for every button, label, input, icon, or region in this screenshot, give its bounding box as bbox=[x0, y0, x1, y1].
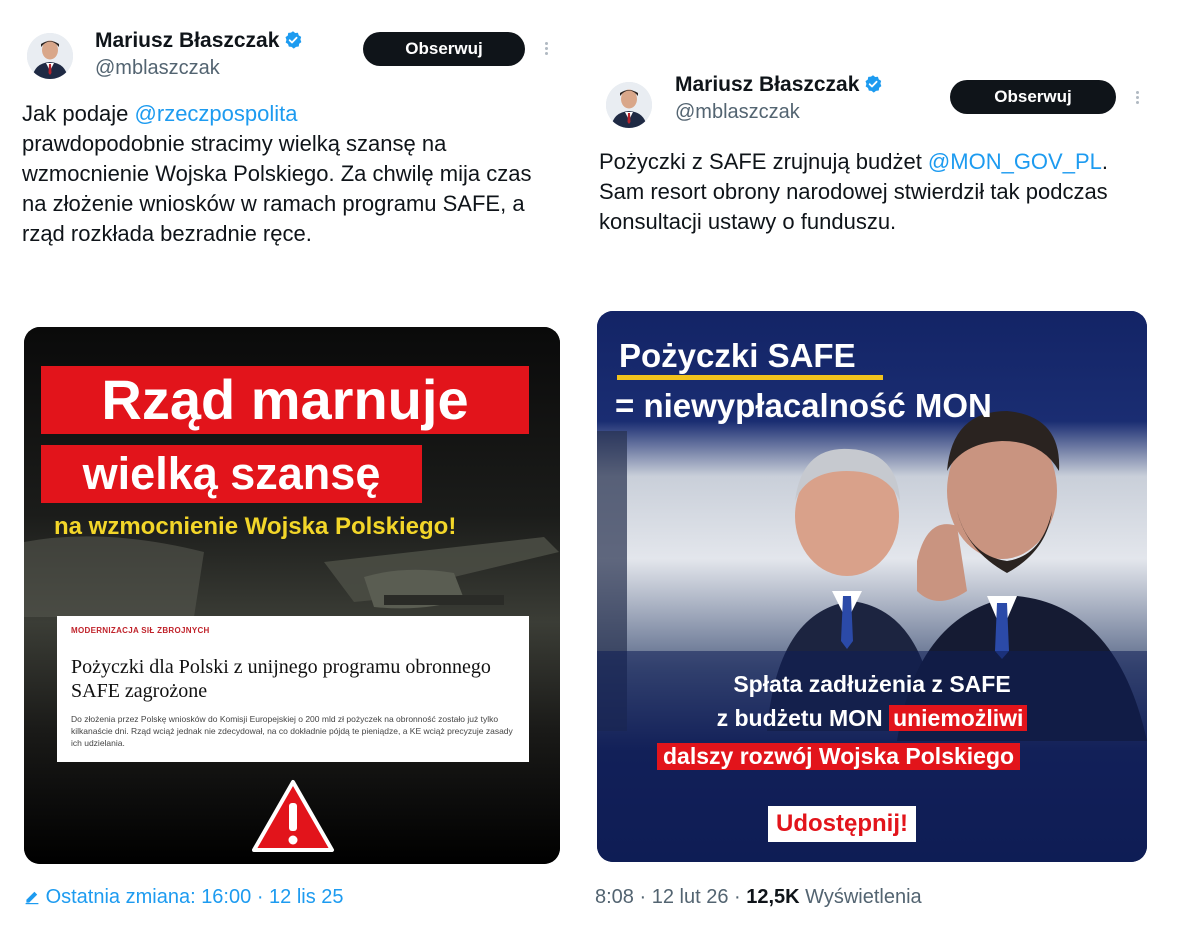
graphic-title-line-1: Pożyczki SAFE bbox=[619, 337, 856, 374]
follow-button[interactable]: Obserwuj bbox=[363, 32, 525, 66]
tweet-date[interactable]: · 12 lis 25 bbox=[257, 886, 344, 908]
tweet-right: Mariusz Błaszczak @mblaszczak Obserwuj P… bbox=[580, 0, 1179, 937]
author-name[interactable]: Mariusz Błaszczak bbox=[95, 29, 303, 53]
views-label: Wyświetlenia bbox=[799, 886, 922, 908]
tweet-media[interactable]: Pożyczki SAFE = niewypłacalność MON Spła… bbox=[597, 311, 1147, 862]
avatar[interactable] bbox=[606, 82, 652, 128]
follow-button[interactable]: Obserwuj bbox=[950, 80, 1116, 114]
more-options-icon[interactable] bbox=[1136, 89, 1139, 106]
warning-triangle-icon bbox=[252, 780, 334, 852]
article-lead: Do złożenia przez Polskę wniosków do Kom… bbox=[71, 714, 513, 748]
edit-history-link[interactable]: Ostatnia zmiana: 16:00 bbox=[46, 886, 252, 908]
mention-link[interactable]: @MON_GOV_PL bbox=[928, 149, 1102, 174]
tweet-footer: 8:08 · 12 lut 26 · 12,5K Wyświetlenia bbox=[595, 886, 922, 909]
tweet-text: Pożyczki z SAFE zrujnują budżet @MON_GOV… bbox=[599, 149, 1108, 234]
tweet-text: Jak podaje @rzeczpospolita prawdopodobnie… bbox=[22, 101, 532, 246]
more-options-icon[interactable] bbox=[545, 40, 548, 57]
caption-line-1: Spłata zadłużenia z SAFE bbox=[733, 671, 1011, 697]
author-name[interactable]: Mariusz Błaszczak bbox=[675, 73, 883, 97]
author-handle[interactable]: @mblaszczak bbox=[675, 101, 800, 124]
subheadline: na wzmocnienie Wojska Polskiego! bbox=[54, 513, 457, 540]
verified-badge-icon bbox=[865, 75, 882, 93]
headline-line-2: wielką szansę bbox=[41, 445, 422, 503]
article-kicker: MODERNIZACJA SIŁ ZBROJNYCH bbox=[71, 626, 210, 635]
tweet-media[interactable]: Rząd marnuje wielką szansę na wzmocnieni… bbox=[24, 327, 560, 864]
views-count: 12,5K bbox=[746, 886, 800, 908]
mention-link[interactable]: @rzeczpospolita bbox=[135, 101, 298, 126]
tweet-footer: Ostatnia zmiana: 16:00 · 12 lis 25 bbox=[24, 886, 344, 909]
graphic-title-line-2: = niewypłacalność MON bbox=[615, 387, 992, 424]
share-badge: Udostępnij! bbox=[768, 806, 916, 842]
title-underline bbox=[617, 375, 883, 380]
verified-badge-icon bbox=[285, 31, 302, 49]
edit-pencil-icon bbox=[25, 891, 39, 905]
headline-line-1: Rząd marnuje bbox=[41, 366, 529, 434]
article-clipping: MODERNIZACJA SIŁ ZBROJNYCH Pożyczki dla … bbox=[57, 616, 529, 762]
avatar[interactable] bbox=[27, 33, 73, 79]
article-headline: Pożyczki dla Polski z unijnego programu … bbox=[71, 656, 491, 702]
author-handle[interactable]: @mblaszczak bbox=[95, 57, 220, 80]
tweet-date[interactable]: · 12 lut 26 · bbox=[634, 886, 746, 908]
tweet-left: Mariusz Błaszczak @mblaszczak Obserwuj J… bbox=[0, 0, 580, 937]
caption-line-3: dalszy rozwój Wojska Polskiego bbox=[657, 743, 1021, 770]
caption-line-2: z budżetu MON uniemożliwi bbox=[597, 705, 1147, 732]
tweet-time[interactable]: 8:08 bbox=[595, 886, 634, 908]
